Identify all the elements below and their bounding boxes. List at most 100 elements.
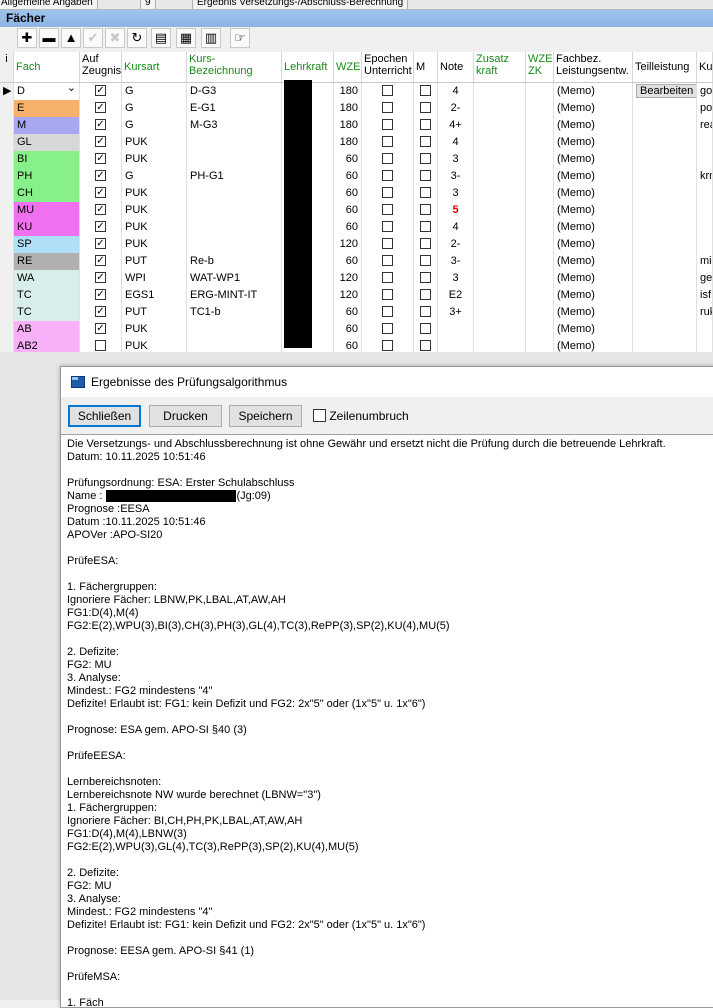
cell-note[interactable]: 4	[438, 219, 474, 236]
cell-zusatzkraft[interactable]	[474, 287, 526, 304]
cell-m[interactable]	[414, 270, 438, 287]
table-row[interactable]: TC ✓ EGS1 ERG-MINT-IT 120 E2 (Memo) isf	[0, 287, 713, 305]
col-kursart[interactable]: Kursart	[122, 52, 187, 82]
cell-epochen[interactable]	[362, 236, 414, 253]
cell-ku[interactable]	[697, 202, 713, 219]
cell-fach[interactable]: GL	[14, 134, 80, 151]
checkbox-icon[interactable]	[382, 254, 393, 266]
cell-teilleistung[interactable]	[633, 168, 697, 185]
confirm-icon[interactable]: ✔	[83, 28, 103, 48]
cell-m[interactable]	[414, 168, 438, 185]
cell-wze[interactable]: 60	[334, 185, 362, 202]
cell-ku[interactable]	[697, 219, 713, 236]
cell-note[interactable]: 4	[438, 83, 474, 100]
checkbox-icon[interactable]: ✓	[95, 254, 106, 266]
checkbox-icon[interactable]: ✓	[95, 169, 106, 181]
cell-ku[interactable]: mi	[697, 253, 713, 270]
tab-9[interactable]: 9	[140, 0, 156, 9]
cell-epochen[interactable]	[362, 202, 414, 219]
cell-fachbez[interactable]: (Memo)	[554, 83, 633, 100]
close-button[interactable]: Schließen	[68, 405, 141, 427]
cell-note[interactable]: 3	[438, 151, 474, 168]
cell-fach[interactable]: AB	[14, 321, 80, 338]
cell-wze[interactable]: 180	[334, 117, 362, 134]
cell-wze-zk[interactable]	[526, 304, 554, 321]
cell-epochen[interactable]	[362, 134, 414, 151]
checkbox-icon[interactable]	[420, 135, 431, 147]
cell-wze[interactable]: 60	[334, 219, 362, 236]
cell-teilleistung[interactable]	[633, 287, 697, 304]
checkbox-icon[interactable]: ✓	[95, 84, 106, 96]
cell-fachbez[interactable]: (Memo)	[554, 100, 633, 117]
cell-wze[interactable]: 180	[334, 83, 362, 100]
hand-pointer-icon[interactable]: ☞	[230, 28, 250, 48]
cell-kurs-bezeichnung[interactable]: E-G1	[187, 100, 282, 117]
cell-fachbez[interactable]: (Memo)	[554, 134, 633, 151]
cell-m[interactable]	[414, 253, 438, 270]
save-button[interactable]: Speichern	[229, 405, 302, 427]
cell-auf-zeugnis[interactable]: ✓	[80, 321, 122, 338]
table-row[interactable]: ▶ D ⌄ ✓ G D-G3 180 4 (Memo) Bearbeiten go	[0, 83, 713, 101]
chevron-down-icon[interactable]: ⌄	[67, 83, 76, 97]
cancel-icon[interactable]: ✖	[105, 28, 125, 48]
table-row[interactable]: MU ✓ PUK 60 5 (Memo)	[0, 202, 713, 220]
tab-ergebnis[interactable]: Ergebnis Versetzungs-/Abschluss-Berechnu…	[192, 0, 409, 9]
row-marker[interactable]	[0, 151, 14, 168]
checkbox-icon[interactable]: ✓	[95, 186, 106, 198]
cell-kursart[interactable]: PUK	[122, 219, 187, 236]
cell-kursart[interactable]: G	[122, 83, 187, 100]
row-marker[interactable]	[0, 100, 14, 117]
cell-teilleistung[interactable]	[633, 304, 697, 321]
checkbox-icon[interactable]	[382, 305, 393, 317]
cell-zusatzkraft[interactable]	[474, 168, 526, 185]
checkbox-icon[interactable]: ✓	[95, 203, 106, 215]
wrap-checkbox[interactable]: Zeilenumbruch	[313, 409, 409, 423]
cell-kursart[interactable]: PUK	[122, 185, 187, 202]
bearbeiten-button[interactable]: Bearbeiten	[636, 84, 696, 98]
cell-kursart[interactable]: PUK	[122, 202, 187, 219]
table-row[interactable]: PH ✓ GPH-G1 60 3- (Memo) krn	[0, 168, 713, 186]
col-wze-zk[interactable]: WZE ZK	[526, 52, 554, 82]
checkbox-icon[interactable]	[420, 101, 431, 113]
cell-fach[interactable]: MU	[14, 202, 80, 219]
checkbox-icon[interactable]	[420, 322, 431, 334]
checkbox-icon[interactable]	[420, 186, 431, 198]
cell-epochen[interactable]	[362, 219, 414, 236]
cell-fachbez[interactable]: (Memo)	[554, 202, 633, 219]
cell-auf-zeugnis[interactable]: ✓	[80, 270, 122, 287]
cell-epochen[interactable]	[362, 270, 414, 287]
cell-kurs-bezeichnung[interactable]	[187, 236, 282, 253]
cell-zusatzkraft[interactable]	[474, 100, 526, 117]
cell-wze-zk[interactable]	[526, 151, 554, 168]
cell-wze[interactable]: 120	[334, 236, 362, 253]
cell-epochen[interactable]	[362, 151, 414, 168]
checkbox-icon[interactable]	[382, 118, 393, 130]
cell-note[interactable]: 3	[438, 270, 474, 287]
cell-kursart[interactable]: PUK	[122, 151, 187, 168]
checkbox-icon[interactable]	[420, 220, 431, 232]
row-marker[interactable]	[0, 134, 14, 151]
cell-kursart[interactable]: EGS1	[122, 287, 187, 304]
cell-ku[interactable]: krn	[697, 168, 713, 185]
cell-fach[interactable]: KU	[14, 219, 80, 236]
cell-zusatzkraft[interactable]	[474, 270, 526, 287]
cell-m[interactable]	[414, 185, 438, 202]
cell-zusatzkraft[interactable]	[474, 321, 526, 338]
checkbox-icon[interactable]	[382, 203, 393, 215]
table-row[interactable]: WA ✓ WPI WAT-WP1 120 3 (Memo) ge	[0, 270, 713, 288]
checkbox-icon[interactable]	[382, 169, 393, 181]
cell-fachbez[interactable]: (Memo)	[554, 236, 633, 253]
checkbox-icon[interactable]	[420, 254, 431, 266]
cell-note[interactable]: 3-	[438, 168, 474, 185]
cell-auf-zeugnis[interactable]: ✓	[80, 134, 122, 151]
cell-fachbez[interactable]: (Memo)	[554, 151, 633, 168]
checkbox-icon[interactable]	[382, 152, 393, 164]
cell-m[interactable]	[414, 83, 438, 100]
cell-kurs-bezeichnung[interactable]: WAT-WP1	[187, 270, 282, 287]
info-icon[interactable]: i	[0, 52, 14, 82]
cell-epochen[interactable]	[362, 100, 414, 117]
cell-note[interactable]: 3+	[438, 304, 474, 321]
cell-ku[interactable]: ruk	[697, 304, 713, 321]
cell-auf-zeugnis[interactable]: ✓	[80, 219, 122, 236]
checkbox-icon[interactable]: ✓	[95, 152, 106, 164]
